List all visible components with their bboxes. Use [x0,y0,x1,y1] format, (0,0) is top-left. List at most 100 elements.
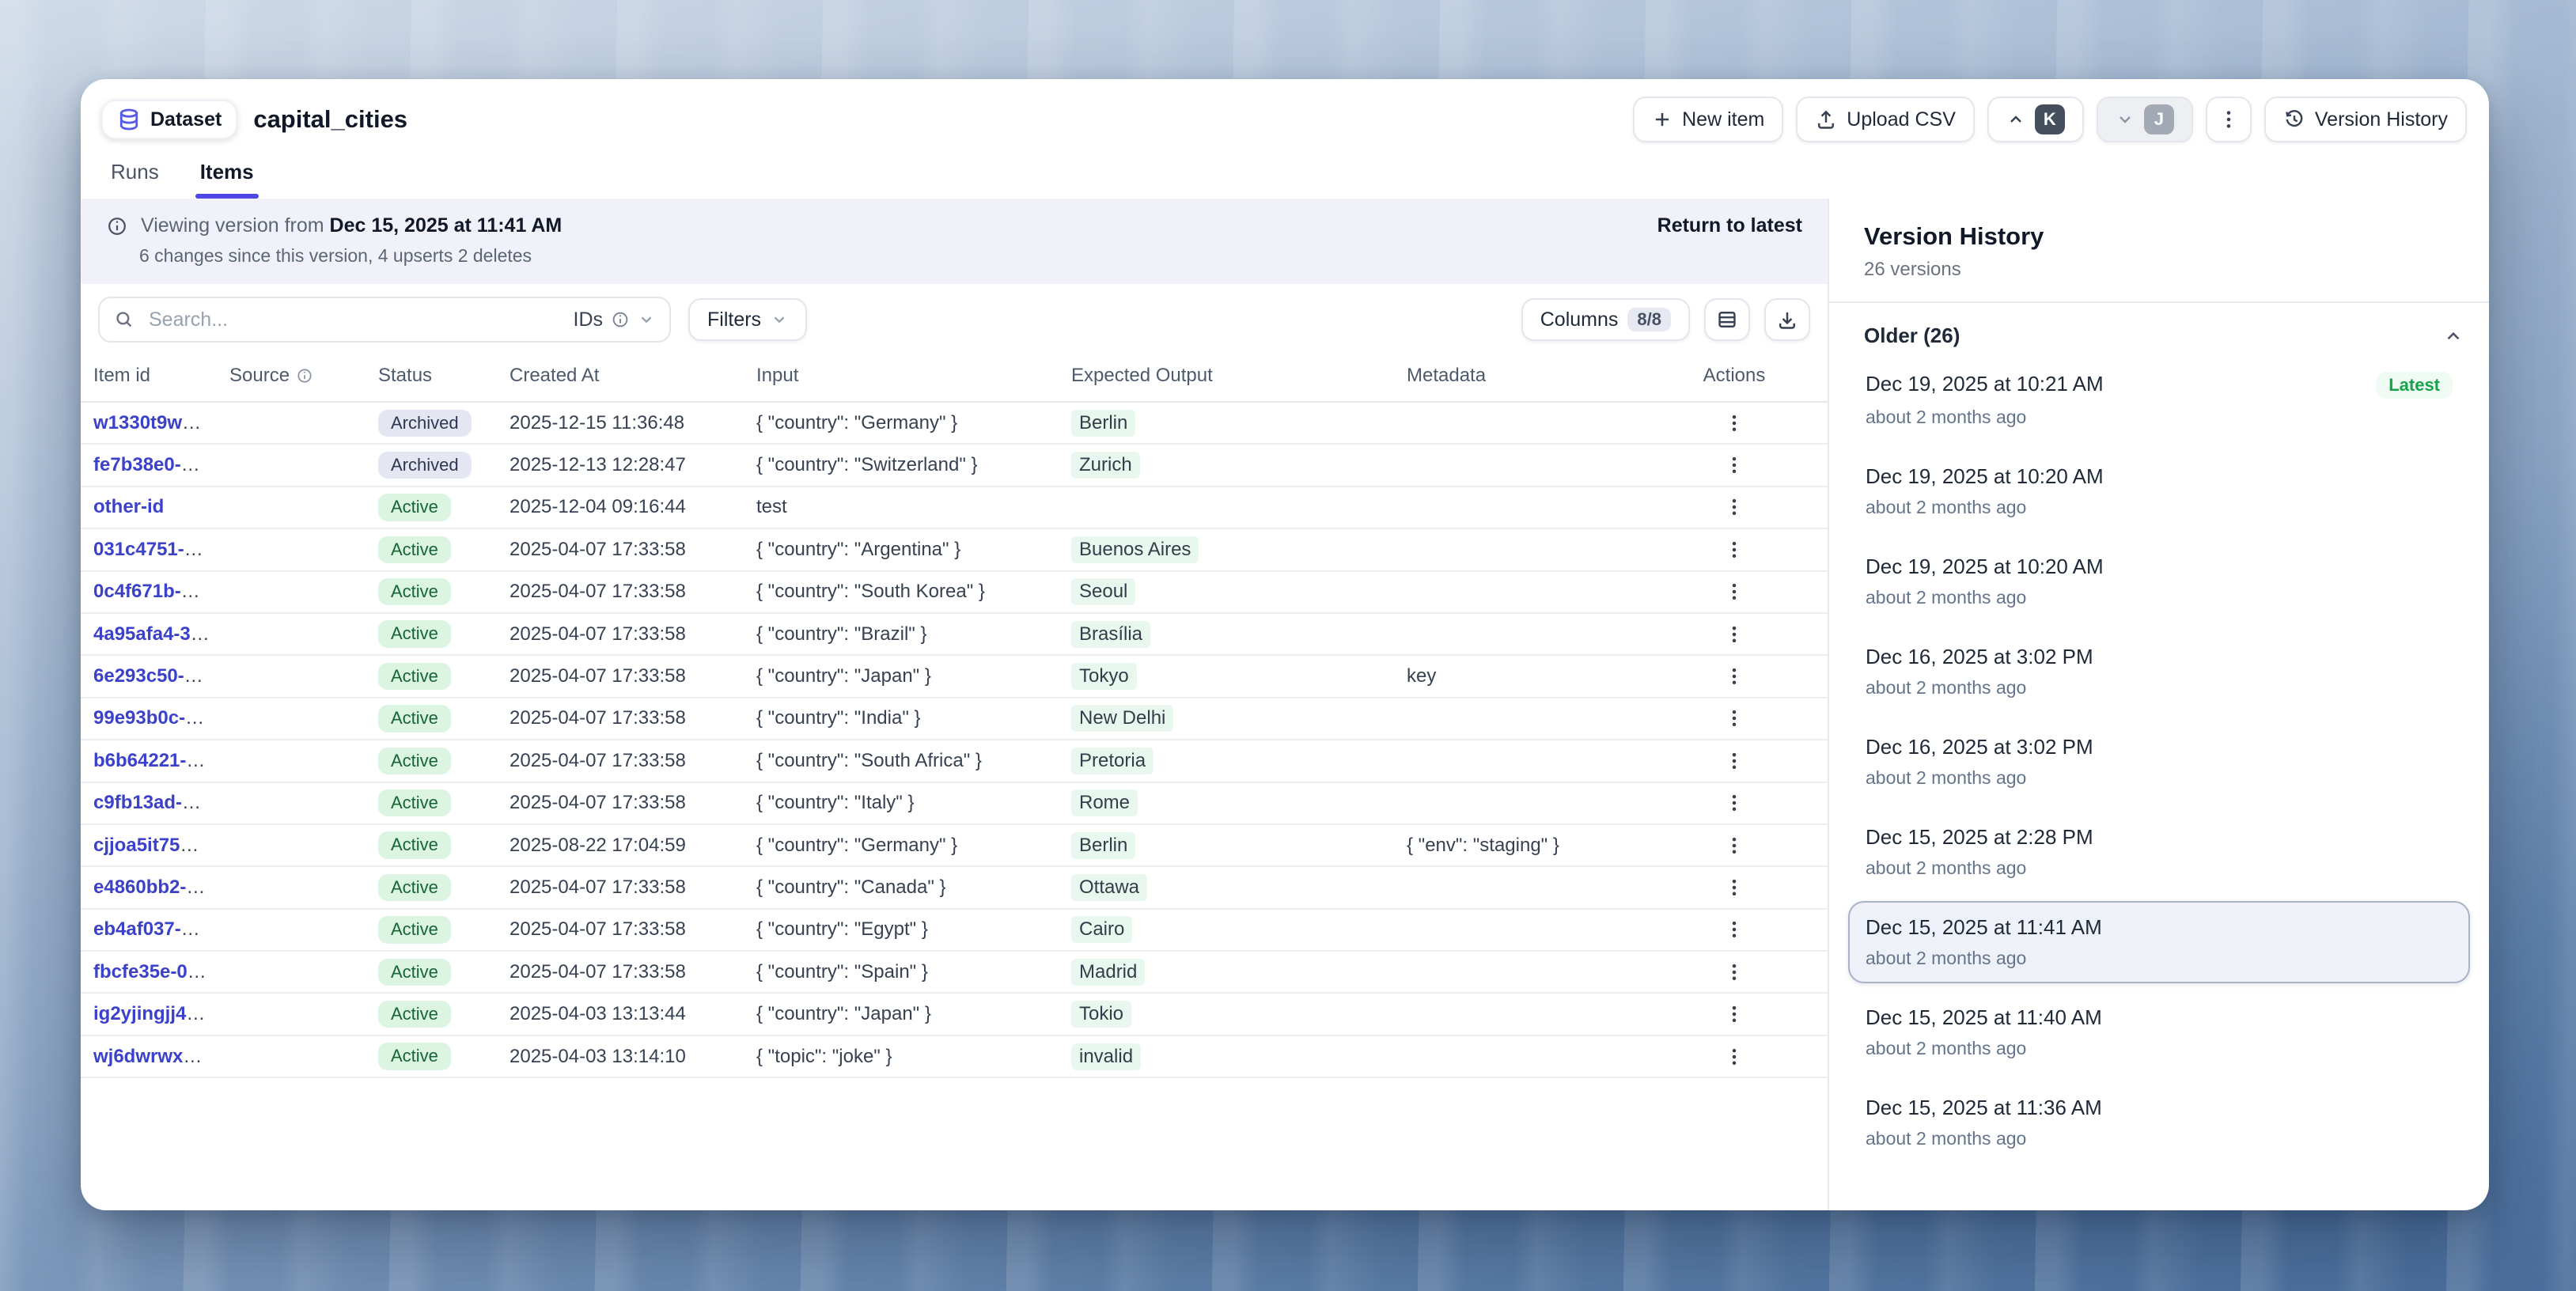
version-item[interactable]: Dec 15, 2025 at 11:36 AMabout 2 months a… [1848,1081,2470,1164]
metadata-cell [1394,740,1633,782]
source-cell [217,909,366,951]
older-versions-group-header[interactable]: Older (26) [1829,303,2489,354]
created-at-cell: 2025-08-22 17:04:59 [497,824,744,866]
version-history-title: Version History [1864,222,2454,251]
version-relative-time: about 2 months ago [1866,677,2453,699]
item-id-link[interactable]: e4860bb2-e4... [93,876,217,898]
expected-output-cell: Madrid [1059,951,1394,993]
row-actions-button[interactable] [1717,491,1752,523]
item-id-link[interactable]: 031c4751-13... [93,539,217,560]
item-id-link[interactable]: b6b64221-f9... [93,750,217,771]
created-at-cell: 2025-04-07 17:33:58 [497,698,744,740]
table-row[interactable]: c9fb13ad-18ff...Active2025-04-07 17:33:5… [81,782,1828,824]
input-cell: { "topic": "joke" } [744,1035,1059,1077]
tab-items[interactable]: Items [195,152,259,199]
user-j-button[interactable]: J [2097,97,2193,142]
download-button[interactable] [1764,298,1810,341]
item-id-cell: b6b64221-f9... [81,740,217,782]
table-row[interactable]: ig2yjingjj4hql...Active2025-04-03 13:13:… [81,993,1828,1035]
item-id-link[interactable]: 4a95afa4-3b... [93,623,217,645]
table-row[interactable]: b6b64221-f9...Active2025-04-07 17:33:58{… [81,740,1828,782]
row-actions-button[interactable] [1717,576,1752,608]
item-id-link[interactable]: c9fb13ad-18ff... [93,792,217,813]
row-actions-button[interactable] [1717,702,1752,734]
table-row[interactable]: 031c4751-13...Active2025-04-07 17:33:58{… [81,528,1828,570]
row-actions-button[interactable] [1717,1041,1752,1073]
row-actions-button[interactable] [1717,661,1752,692]
item-id-link[interactable]: cjjoa5it75n3jr... [93,835,217,856]
search-input-box[interactable]: IDs [98,297,671,343]
table-row[interactable]: other-idActive2025-12-04 09:16:44test [81,486,1828,528]
table-row[interactable]: e4860bb2-e4...Active2025-04-07 17:33:58{… [81,866,1828,908]
table-row[interactable]: 0c4f671b-ac5...Active2025-04-07 17:33:58… [81,571,1828,613]
version-item[interactable]: Dec 16, 2025 at 3:02 PM about 2 months ag… [1848,630,2470,713]
item-id-cell: fbcfe35e-0c8... [81,951,217,993]
row-actions-button[interactable] [1717,534,1752,566]
version-history-button[interactable]: Version History [2264,97,2467,142]
col-header-expected-output: Expected Output [1059,350,1394,402]
table-row[interactable]: 6e293c50-6b...Active2025-04-07 17:33:58{… [81,655,1828,697]
table-row[interactable]: w1330t9ww1a...Archived2025-12-15 11:36:4… [81,402,1828,444]
chevron-down-icon [2116,110,2135,129]
item-id-cell: ig2yjingjj4hql... [81,993,217,1035]
row-actions-button[interactable] [1717,872,1752,903]
table-row[interactable]: cjjoa5it75n3jr...Active2025-08-22 17:04:… [81,824,1828,866]
created-at-cell: 2025-04-07 17:33:58 [497,528,744,570]
row-actions-button[interactable] [1717,998,1752,1030]
viewing-version-date: Dec 15, 2025 at 11:41 AM [330,214,563,237]
expected-output-cell [1059,486,1394,528]
version-item[interactable]: Dec 15, 2025 at 11:40 AMabout 2 months a… [1848,991,2470,1073]
search-input[interactable] [146,307,563,333]
row-height-button[interactable] [1704,298,1750,341]
version-item[interactable]: Dec 19, 2025 at 10:21 AMLatestabout 2 mo… [1848,358,2470,442]
row-actions-button[interactable] [1717,449,1752,481]
columns-button[interactable]: Columns 8/8 [1521,298,1690,341]
expected-output-value: Buenos Aires [1071,536,1199,563]
item-id-link[interactable]: fe7b38e0-ca4... [93,454,217,475]
table-row[interactable]: 99e93b0c-88...Active2025-04-07 17:33:58{… [81,698,1828,740]
table-row[interactable]: fbcfe35e-0c8...Active2025-04-07 17:33:58… [81,951,1828,993]
row-actions-button[interactable] [1717,787,1752,819]
new-item-button[interactable]: New item [1633,97,1783,142]
row-actions-button[interactable] [1717,619,1752,650]
row-actions-button[interactable] [1717,956,1752,988]
upload-csv-button[interactable]: Upload CSV [1796,97,1975,142]
more-options-button[interactable] [2206,97,2252,142]
row-actions-button[interactable] [1717,830,1752,861]
item-id-link[interactable]: fbcfe35e-0c8... [93,961,217,982]
item-id-cell: e4860bb2-e4... [81,866,217,908]
search-scope-selector[interactable]: IDs [574,309,656,331]
item-id-link[interactable]: other-id [93,496,164,517]
filters-button[interactable]: Filters [688,298,807,341]
item-id-link[interactable]: w1330t9ww1a... [93,412,217,433]
tab-runs[interactable]: Runs [106,152,164,199]
version-date: Dec 16, 2025 at 3:02 PM [1866,645,2093,669]
status-cell: Active [366,571,497,613]
expected-output-value: Cairo [1071,916,1132,943]
return-to-latest-link[interactable]: Return to latest [1657,214,1802,237]
item-id-link[interactable]: 0c4f671b-ac5... [93,581,217,602]
row-actions-button[interactable] [1717,745,1752,777]
table-row[interactable]: fe7b38e0-ca4...Archived2025-12-13 12:28:… [81,444,1828,486]
user-k-button[interactable]: K [1987,97,2084,142]
version-item[interactable]: Dec 19, 2025 at 10:20 AMabout 2 months a… [1848,450,2470,532]
version-item[interactable]: Dec 19, 2025 at 10:20 AMabout 2 months a… [1848,540,2470,623]
version-item[interactable]: Dec 15, 2025 at 2:28 PMabout 2 months ag… [1848,811,2470,893]
item-id-link[interactable]: wj6dwrwxu6j... [93,1046,217,1067]
actions-cell [1633,866,1828,908]
item-id-link[interactable]: 6e293c50-6b... [93,665,217,687]
older-group-label: Older (26) [1864,324,1960,348]
version-date: Dec 19, 2025 at 10:20 AM [1866,464,2104,489]
table-row[interactable]: wj6dwrwxu6j...Active2025-04-03 13:14:10{… [81,1035,1828,1077]
version-item[interactable]: Dec 16, 2025 at 3:02 PMabout 2 months ag… [1848,721,2470,803]
row-actions-button[interactable] [1717,407,1752,439]
row-actions-button[interactable] [1717,914,1752,945]
table-row[interactable]: eb4af037-791...Active2025-04-07 17:33:58… [81,909,1828,951]
col-header-status: Status [366,350,497,402]
item-id-link[interactable]: ig2yjingjj4hql... [93,1003,217,1024]
item-id-link[interactable]: eb4af037-791... [93,918,217,940]
version-item[interactable]: Dec 15, 2025 at 11:41 AMabout 2 months a… [1848,901,2470,983]
table-row[interactable]: 4a95afa4-3b...Active2025-04-07 17:33:58{… [81,613,1828,655]
item-id-link[interactable]: 99e93b0c-88... [93,707,217,729]
kebab-icon [1724,835,1744,856]
